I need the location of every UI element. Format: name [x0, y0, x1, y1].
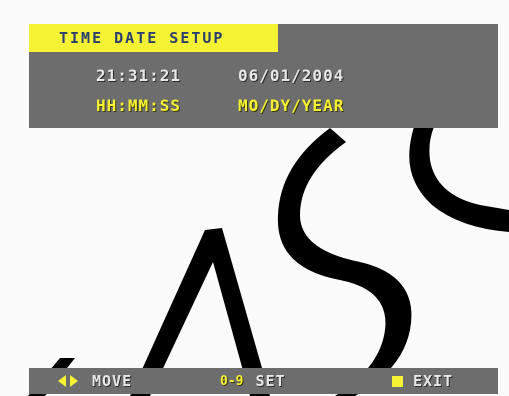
exit-hint[interactable]: EXIT: [392, 372, 453, 390]
set-hint: 0-9 SET: [220, 372, 286, 390]
square-icon: [392, 375, 403, 387]
digit-keys-icon: 0-9: [220, 373, 244, 389]
osd-screen: TIME DATE SETUP 21:31:21 06/01/2004 HH:M…: [0, 0, 509, 396]
exit-label: EXIT: [413, 372, 454, 390]
left-right-arrows-icon: [58, 375, 78, 387]
set-label: SET: [255, 372, 286, 390]
time-value[interactable]: 21:31:21: [96, 66, 181, 85]
move-label: MOVE: [92, 372, 133, 390]
date-value[interactable]: 06/01/2004: [238, 66, 344, 85]
date-format-label: MO/DY/YEAR: [238, 96, 345, 115]
move-hint: MOVE: [58, 372, 132, 390]
menu-title: TIME DATE SETUP: [59, 29, 225, 47]
time-format-label: HH:MM:SS: [96, 96, 182, 115]
title-bar: TIME DATE SETUP: [29, 24, 278, 52]
